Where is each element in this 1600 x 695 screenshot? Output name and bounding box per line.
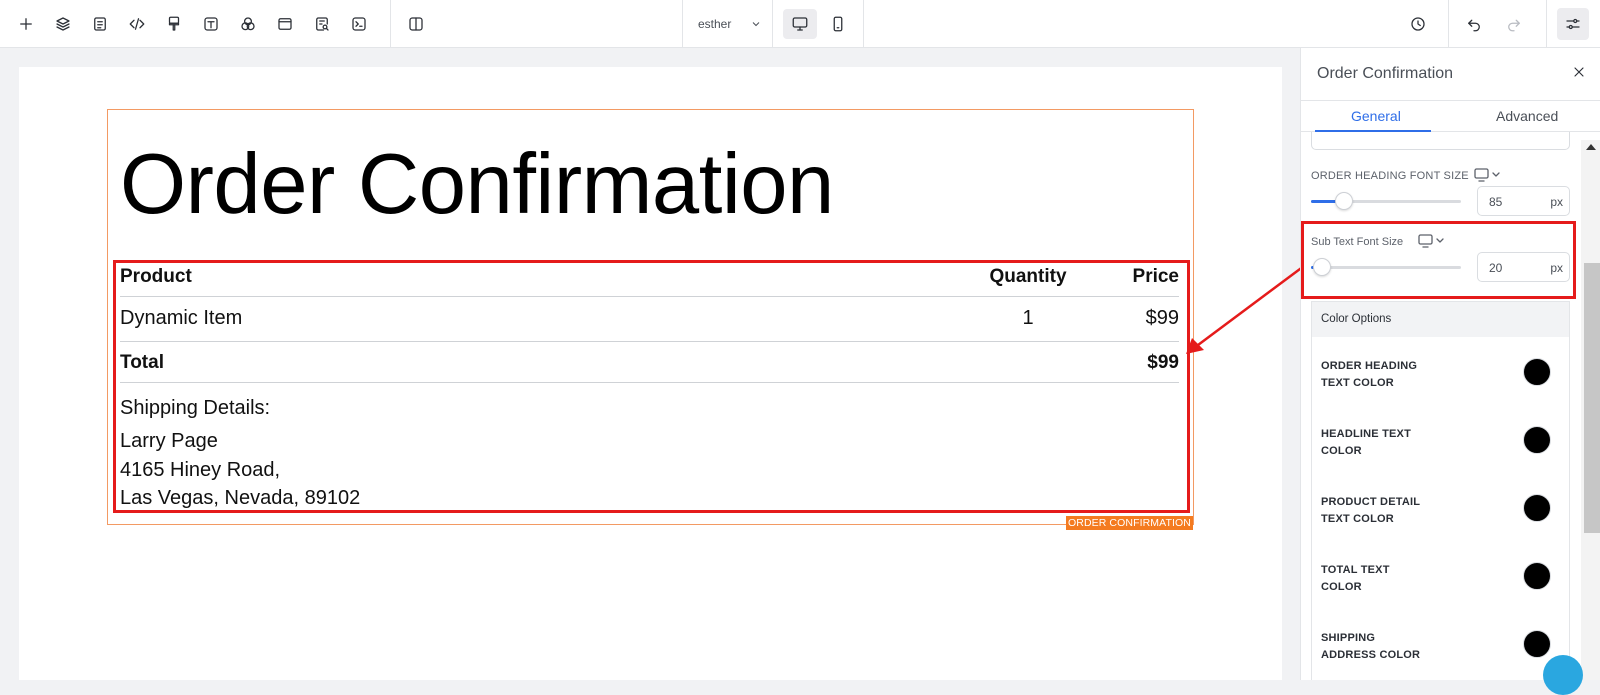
mobile-icon [833,16,843,32]
terminal-icon[interactable] [345,10,373,38]
shipping-name: Larry Page [120,430,218,452]
plus-icon[interactable] [12,10,40,38]
headline-text-color-swatch[interactable] [1523,426,1551,454]
product-detail-color-swatch[interactable] [1523,494,1551,522]
sub-text-font-size-input[interactable]: 20 px [1477,252,1570,282]
panel-tabs: General Advanced [1301,100,1600,132]
label-line: ORDER HEADING [1321,360,1418,372]
text-icon[interactable] [197,10,225,38]
order-heading: Order Confirmation [120,137,834,232]
label-line: COLOR [1321,445,1362,457]
header-price: Price [1132,266,1179,287]
settings-panel: Order Confirmation General Advanced ORDE… [1300,48,1600,680]
item-price: $99 [1145,307,1179,329]
chevron-down-icon [752,22,760,27]
item-product: Dynamic Item [120,307,243,329]
annotation-arrow [1186,264,1305,354]
desktop-view-button[interactable] [783,9,817,39]
toolbar-divider [1546,0,1547,48]
redo-icon[interactable] [1500,10,1528,38]
sub-text-font-size-value: 20 [1489,261,1503,275]
help-chat-button[interactable] [1543,655,1583,695]
product-detail-color-label: PRODUCT DETAIL TEXT COLOR [1321,494,1441,528]
toolbar-divider [863,0,864,48]
settings-sliders-icon[interactable] [1557,8,1589,40]
brush-icon[interactable] [160,10,188,38]
block-tag[interactable]: ORDER CONFIRMATION [1066,516,1193,530]
top-toolbar: esther [0,0,1600,48]
order-heading-font-size-value: 85 [1489,195,1503,209]
sub-text-font-size-unit: px [1550,261,1563,275]
user-select[interactable]: esther [682,10,768,38]
header-product: Product [120,266,192,287]
sub-text-font-size-label: Sub Text Font Size [1311,236,1404,248]
order-heading-font-size-label: ORDER HEADING FONT SIZE [1311,170,1469,182]
desktop-icon [792,17,808,31]
item-quantity: 1 [1022,307,1034,329]
shipping-label: Shipping Details: [120,397,271,419]
order-heading-font-size-input[interactable]: 85 px [1477,186,1570,216]
order-heading-font-size-unit: px [1550,195,1563,209]
layout-icon[interactable] [271,10,299,38]
shipping-address-color-label: SHIPPING ADDRESS COLOR [1321,630,1441,664]
desktop-icon[interactable] [1474,168,1504,182]
undo-icon[interactable] [1460,10,1488,38]
tab-general[interactable]: General [1351,108,1401,124]
toolbar-divider [390,0,391,48]
label-line: HEADLINE TEXT [1321,428,1411,440]
label-line: PRODUCT DETAIL [1321,496,1421,508]
headline-text-color-label: HEADLINE TEXT COLOR [1321,426,1441,460]
scroll-up-icon[interactable] [1586,144,1596,150]
label-line: TEXT COLOR [1321,513,1394,525]
row-divider [120,341,1179,342]
color-options-title: Color Options [1321,313,1392,325]
sub-text-slider-handle[interactable] [1312,258,1331,276]
document-icon[interactable] [86,10,114,38]
color-options-header[interactable]: Color Options [1312,302,1569,337]
toolbar-divider [772,0,773,48]
split-view-icon[interactable] [402,10,430,38]
label-line: TOTAL TEXT [1321,564,1390,576]
total-text-color-swatch[interactable] [1523,562,1551,590]
desktop-icon[interactable] [1418,234,1448,248]
order-heading-slider-handle[interactable] [1335,192,1353,210]
toolbar-divider [1448,0,1449,48]
row-divider [120,382,1179,383]
total-text-color-label: TOTAL TEXT COLOR [1321,562,1441,596]
history-icon[interactable] [1404,10,1432,38]
color-options-section: Color Options ORDER HEADING TEXT COLOR H… [1311,301,1570,680]
shipping-street: 4165 Hiney Road, [120,459,281,481]
code-icon[interactable] [123,10,151,38]
label-line: SHIPPING [1321,632,1376,644]
label-line: ADDRESS COLOR [1321,649,1421,661]
tab-advanced[interactable]: Advanced [1496,108,1558,124]
search-doc-icon[interactable] [308,10,336,38]
shipping-address-color-swatch[interactable] [1523,630,1551,658]
row-divider [120,296,1179,297]
previous-field-input[interactable] [1311,132,1570,150]
header-quantity: Quantity [989,266,1067,287]
label-line: TEXT COLOR [1321,377,1394,389]
panel-title: Order Confirmation [1317,65,1454,82]
sub-text-slider[interactable] [1311,266,1461,269]
scrollbar-thumb[interactable] [1584,263,1600,533]
shipping-city: Las Vegas, Nevada, 89102 [120,487,361,509]
order-heading-color-swatch[interactable] [1523,358,1551,386]
label-line: COLOR [1321,581,1362,593]
mobile-view-button[interactable] [821,9,855,39]
total-label: Total [120,352,164,373]
color-circles-icon[interactable] [234,10,262,38]
total-price: $99 [1147,352,1179,373]
close-icon[interactable] [1569,62,1589,82]
order-heading-color-label: ORDER HEADING TEXT COLOR [1321,358,1441,392]
layers-icon[interactable] [49,10,77,38]
user-select-value: esther [698,17,732,31]
